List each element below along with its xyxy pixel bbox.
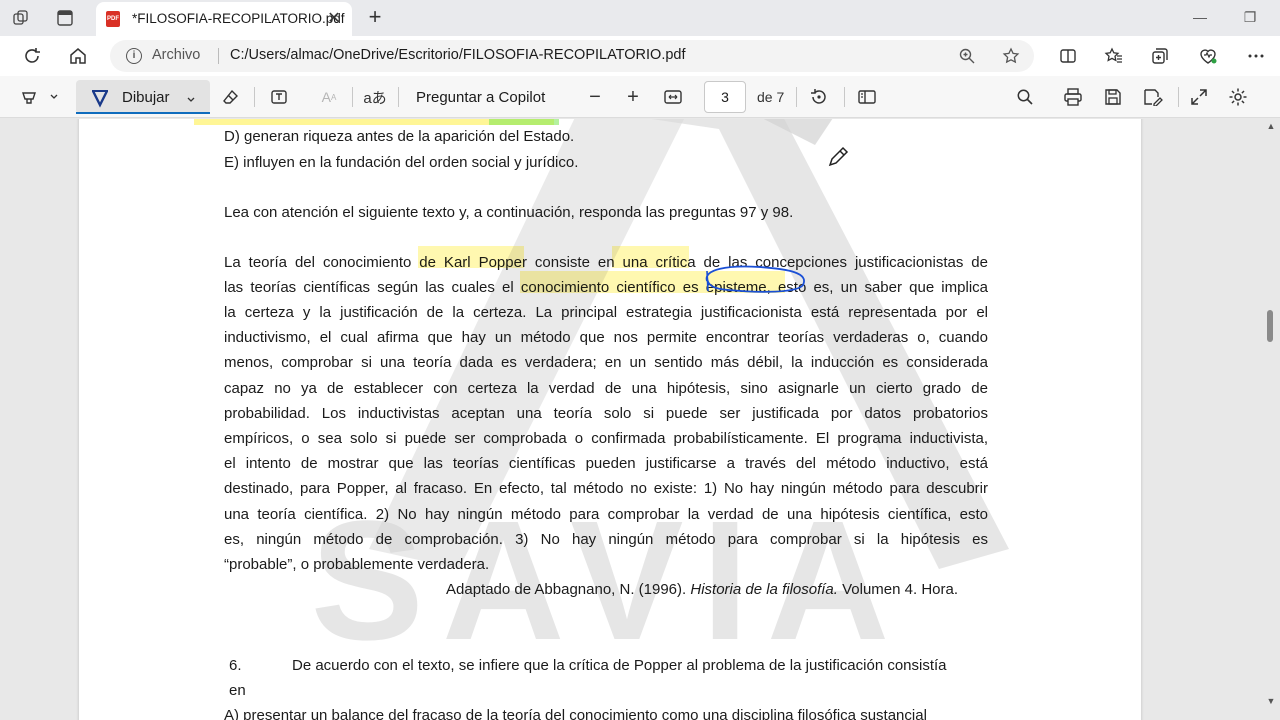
pen-cursor-icon bbox=[826, 145, 850, 174]
citation-prefix: Adaptado de Abbagnano, N. (1996). bbox=[446, 581, 691, 598]
citation-suffix: Volumen 4. Hora. bbox=[837, 581, 959, 598]
zoom-in-icon[interactable]: + bbox=[620, 84, 646, 110]
question-text: De acuerdo con el texto, se infiere que … bbox=[292, 657, 947, 674]
citation: Adaptado de Abbagnano, N. (1996). Histor… bbox=[446, 581, 958, 598]
scroll-down-arrow-icon[interactable]: ▼ bbox=[1262, 696, 1280, 710]
paragraph-line: destinado, para Popper, al fracaso. En e… bbox=[224, 480, 988, 497]
paragraph-line: probabilidad. Los inductivistas aceptan … bbox=[224, 405, 988, 422]
new-tab-button[interactable]: + bbox=[362, 5, 388, 29]
page-total: de 7 bbox=[757, 89, 785, 105]
tab-actions-icon[interactable] bbox=[52, 6, 78, 30]
fit-width-icon[interactable] bbox=[660, 84, 686, 110]
ask-copilot-button[interactable]: Preguntar a Copilot bbox=[416, 89, 545, 106]
toolbar-divider bbox=[1178, 87, 1179, 107]
paragraph-line: menos, comprobar si una teoría dada es v… bbox=[224, 354, 988, 371]
close-tab-icon[interactable]: ✕ bbox=[324, 9, 344, 29]
scheme-label: Archivo bbox=[152, 47, 201, 63]
document-viewport[interactable]: SAVIA D) generan riqueza antes de la apa… bbox=[0, 119, 1280, 720]
tab-title: *FILOSOFIA-RECOPILATORIO.pdf bbox=[132, 11, 345, 26]
address-bar-row: i Archivo C:/Users/almac/OneDrive/Escrit… bbox=[0, 36, 1280, 76]
question-text-continuation: en bbox=[229, 682, 246, 699]
tab-strip: PDF *FILOSOFIA-RECOPILATORIO.pdf ✕ + — ❐ bbox=[0, 0, 1280, 36]
scroll-up-arrow-icon[interactable]: ▲ bbox=[1262, 121, 1280, 135]
pdf-toolbar: Dibujar AA aあ Preguntar a Copilot − + 3 … bbox=[0, 76, 1280, 118]
answer-option: E) influyen en la fundación del orden so… bbox=[224, 154, 579, 171]
toolbar-divider bbox=[254, 87, 255, 107]
page-view-icon[interactable] bbox=[854, 84, 880, 110]
toolbar-divider bbox=[398, 87, 399, 107]
paragraph-line: el intento de mostrar que las teorías ci… bbox=[224, 455, 988, 472]
draw-label: Dibujar bbox=[122, 89, 170, 106]
workspaces-icon[interactable] bbox=[8, 6, 34, 30]
more-menu-icon[interactable] bbox=[1242, 42, 1270, 70]
paragraph-line: “probable”, o probablemente verdadera. bbox=[224, 556, 490, 573]
paragraph-line: una teoría científica. 2) No hay ningún … bbox=[224, 506, 988, 523]
split-screen-icon[interactable] bbox=[1054, 42, 1082, 70]
save-as-icon[interactable] bbox=[1140, 84, 1166, 110]
favorite-star-icon[interactable] bbox=[1000, 45, 1022, 67]
highlight-mark bbox=[612, 246, 689, 268]
zoom-icon[interactable] bbox=[956, 45, 978, 67]
citation-title: Historia de la filosofía. bbox=[690, 581, 838, 598]
scrollbar-thumb[interactable] bbox=[1267, 310, 1273, 342]
url-text[interactable]: C:/Users/almac/OneDrive/Escritorio/FILOS… bbox=[230, 47, 686, 63]
fullscreen-icon[interactable] bbox=[1186, 84, 1212, 110]
tab-active-pdf[interactable]: PDF *FILOSOFIA-RECOPILATORIO.pdf ✕ bbox=[96, 2, 352, 36]
toolbar-divider bbox=[352, 87, 353, 107]
draw-pen-icon bbox=[90, 88, 110, 113]
print-icon[interactable] bbox=[1060, 84, 1086, 110]
highlight-icon[interactable] bbox=[16, 84, 42, 110]
highlight-dropdown-icon[interactable] bbox=[44, 84, 64, 110]
settings-gear-icon[interactable] bbox=[1225, 84, 1251, 110]
paragraph-line: capaz no ya de establecer con certeza la… bbox=[224, 380, 988, 397]
page-text: D) generan riqueza antes de la aparición… bbox=[79, 119, 1141, 720]
pdf-page[interactable]: SAVIA D) generan riqueza antes de la apa… bbox=[79, 119, 1141, 720]
favorites-icon[interactable] bbox=[1100, 42, 1128, 70]
draw-dropdown-icon[interactable] bbox=[186, 92, 196, 110]
scrollbar[interactable] bbox=[1262, 119, 1280, 720]
rotate-icon[interactable] bbox=[806, 84, 832, 110]
refresh-icon[interactable] bbox=[18, 42, 46, 70]
paragraph-line: la certeza y la justificación de la cert… bbox=[224, 304, 988, 321]
collections-icon[interactable] bbox=[1146, 42, 1174, 70]
highlight-mark bbox=[418, 246, 524, 268]
text-format-icon: AA bbox=[321, 89, 337, 105]
info-icon[interactable]: i bbox=[126, 48, 142, 64]
restore-button[interactable]: ❐ bbox=[1236, 4, 1264, 30]
instruction-text: Lea con atención el siguiente texto y, a… bbox=[224, 204, 794, 221]
home-icon[interactable] bbox=[64, 42, 92, 70]
save-icon[interactable] bbox=[1100, 84, 1126, 110]
toolbar-divider bbox=[844, 87, 845, 107]
paragraph-line: inductivismo, el cual afirma que hay un … bbox=[224, 329, 988, 346]
paragraph-line: empíricos, o sea solo si puede ser compr… bbox=[224, 430, 988, 447]
ink-annotation[interactable] bbox=[699, 259, 819, 299]
question-number: 6. bbox=[229, 657, 242, 674]
page-number-input[interactable]: 3 bbox=[704, 81, 746, 113]
paragraph-line: es, ningún método de comprobación. 3) No… bbox=[224, 531, 988, 548]
search-icon[interactable] bbox=[1012, 84, 1038, 110]
divider bbox=[218, 48, 219, 64]
pdf-file-icon: PDF bbox=[106, 11, 120, 27]
browser-essentials-icon[interactable] bbox=[1194, 42, 1222, 70]
eraser-icon[interactable] bbox=[218, 84, 244, 110]
toolbar-divider bbox=[796, 87, 797, 107]
paragraph-line: La teoría del conocimiento de Karl Poppe… bbox=[224, 254, 988, 271]
minimize-button[interactable]: — bbox=[1186, 4, 1214, 30]
active-tool-indicator bbox=[76, 112, 210, 114]
add-text-icon[interactable] bbox=[266, 84, 292, 110]
answer-option: D) generan riqueza antes de la aparición… bbox=[224, 128, 575, 145]
draw-button[interactable]: Dibujar bbox=[76, 80, 210, 114]
answer-option: A) presentar un balance del fracaso de l… bbox=[224, 707, 927, 720]
read-aloud-icon[interactable]: aあ bbox=[362, 84, 388, 110]
zoom-out-icon[interactable]: − bbox=[582, 84, 608, 110]
address-bar[interactable]: i Archivo C:/Users/almac/OneDrive/Escrit… bbox=[110, 40, 1034, 72]
